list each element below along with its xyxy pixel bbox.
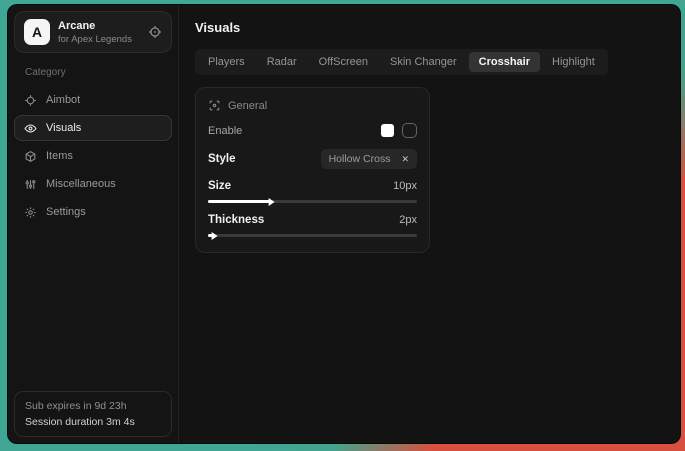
tab-radar[interactable]: Radar xyxy=(257,52,307,72)
app-header-text: Arcane for Apex Legends xyxy=(58,20,140,45)
app-title: Arcane xyxy=(58,20,140,32)
tab-players[interactable]: Players xyxy=(198,52,255,72)
sidebar-item-settings[interactable]: Settings xyxy=(14,199,172,225)
sidebar-item-label: Miscellaneous xyxy=(46,178,116,190)
gear-icon xyxy=(24,206,37,219)
sliders-icon xyxy=(24,178,37,191)
sidebar-item-items[interactable]: Items xyxy=(14,143,172,169)
sub-expires-text: Sub expires in 9d 23h xyxy=(25,400,161,412)
target-icon[interactable] xyxy=(148,25,162,39)
tab-offscreen[interactable]: OffScreen xyxy=(309,52,378,72)
enable-row: Enable xyxy=(208,123,417,138)
thickness-slider-thumb[interactable] xyxy=(212,232,218,240)
enable-label: Enable xyxy=(208,125,242,137)
sidebar-item-label: Visuals xyxy=(46,122,81,134)
panel-header: General xyxy=(208,99,417,112)
visuals-tabbar: Players Radar OffScreen Skin Changer Cro… xyxy=(195,49,608,75)
sidebar-item-miscellaneous[interactable]: Miscellaneous xyxy=(14,171,172,197)
sidebar-item-label: Items xyxy=(46,150,73,162)
size-value: 10px xyxy=(393,180,417,192)
size-slider-thumb[interactable] xyxy=(268,198,274,206)
style-selected-value: Hollow Cross xyxy=(329,153,391,165)
sidebar-item-label: Aimbot xyxy=(46,94,80,106)
app-window: A Arcane for Apex Legends Category Aimbo… xyxy=(7,4,681,444)
tab-skin-changer[interactable]: Skin Changer xyxy=(380,52,467,72)
thickness-label: Thickness xyxy=(208,214,264,226)
box-icon xyxy=(24,150,37,163)
style-row: Style Hollow Cross ✕ xyxy=(208,149,417,169)
subscription-card: Sub expires in 9d 23h Session duration 3… xyxy=(14,391,172,437)
color-swatch[interactable] xyxy=(381,124,394,137)
sidebar: A Arcane for Apex Legends Category Aimbo… xyxy=(8,5,179,443)
general-panel: General Enable Style Hollow Cross ✕ xyxy=(195,87,430,253)
eye-icon xyxy=(24,122,37,135)
size-slider[interactable] xyxy=(208,200,417,203)
session-duration-text: Session duration 3m 4s xyxy=(25,416,161,428)
tab-highlight[interactable]: Highlight xyxy=(542,52,605,72)
page-title: Visuals xyxy=(195,20,664,35)
app-header-card: A Arcane for Apex Legends xyxy=(14,11,172,53)
section-title: General xyxy=(228,100,267,112)
style-select[interactable]: Hollow Cross ✕ xyxy=(321,149,417,169)
crosshair-icon xyxy=(24,94,37,107)
scan-target-icon xyxy=(208,99,221,112)
size-slider-fill xyxy=(208,200,271,203)
size-row: Size 10px xyxy=(208,180,417,192)
thickness-slider[interactable] xyxy=(208,234,417,237)
sidebar-item-label: Settings xyxy=(46,206,86,218)
style-label: Style xyxy=(208,153,236,165)
app-logo: A xyxy=(24,19,50,45)
app-subtitle: for Apex Legends xyxy=(58,34,140,45)
main-content: Visuals Players Radar OffScreen Skin Cha… xyxy=(179,5,680,443)
sidebar-item-visuals[interactable]: Visuals xyxy=(14,115,172,141)
size-label: Size xyxy=(208,180,231,192)
category-label: Category xyxy=(25,67,172,78)
clear-icon[interactable]: ✕ xyxy=(401,155,409,164)
thickness-row: Thickness 2px xyxy=(208,214,417,226)
sidebar-item-aimbot[interactable]: Aimbot xyxy=(14,87,172,113)
desktop-background: { "sidebar": { "header": { "logo_letter"… xyxy=(0,0,685,451)
enable-checkbox[interactable] xyxy=(402,123,417,138)
tab-crosshair[interactable]: Crosshair xyxy=(469,52,540,72)
thickness-value: 2px xyxy=(399,214,417,226)
enable-controls xyxy=(381,123,417,138)
